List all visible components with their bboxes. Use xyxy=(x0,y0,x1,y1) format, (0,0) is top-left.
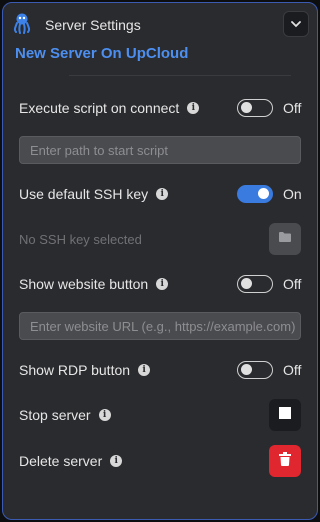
delete-server-row: Delete server i xyxy=(19,445,301,477)
default-ssh-toggle[interactable] xyxy=(237,185,273,203)
server-settings-panel: Server Settings New Server On UpCloud Ex… xyxy=(2,2,318,520)
info-icon[interactable]: i xyxy=(110,455,123,467)
info-icon[interactable]: i xyxy=(187,102,200,114)
rdp-button-state: Off xyxy=(283,362,302,378)
execute-script-toggle[interactable] xyxy=(237,99,273,117)
default-ssh-row: Use default SSH key i On xyxy=(19,182,302,206)
rdp-button-toggle-wrap: Off xyxy=(237,358,301,382)
info-icon[interactable]: i xyxy=(98,409,111,421)
website-button-row: Show website button i Off xyxy=(19,272,301,296)
script-path-input[interactable]: Enter path to start script xyxy=(19,136,301,164)
panel-header: Server Settings xyxy=(3,3,317,47)
toggle-knob xyxy=(241,278,252,289)
execute-script-label: Execute script on connect xyxy=(19,100,180,116)
stop-server-button[interactable] xyxy=(269,399,301,431)
folder-icon xyxy=(278,230,292,248)
toggle-knob xyxy=(258,188,269,199)
default-ssh-toggle-wrap: On xyxy=(237,182,302,206)
execute-script-state: Off xyxy=(283,100,302,116)
info-icon[interactable]: i xyxy=(156,278,169,290)
ssh-key-row: No SSH key selected xyxy=(19,223,301,255)
panel-title: Server Settings xyxy=(45,17,141,33)
website-button-label: Show website button xyxy=(19,276,149,292)
stop-server-row: Stop server i xyxy=(19,399,301,431)
collapse-button[interactable] xyxy=(283,11,309,37)
rdp-button-row: Show RDP button i Off xyxy=(19,358,301,382)
delete-server-label: Delete server xyxy=(19,453,103,469)
website-button-toggle-wrap: Off xyxy=(237,272,301,296)
info-icon[interactable]: i xyxy=(156,188,169,200)
stop-icon xyxy=(279,406,291,424)
website-url-input[interactable]: Enter website URL (e.g., https://example… xyxy=(19,312,301,340)
delete-server-button[interactable] xyxy=(269,445,301,477)
default-ssh-state: On xyxy=(283,186,302,202)
app-logo-icon xyxy=(11,12,33,34)
default-ssh-label: Use default SSH key xyxy=(19,186,149,202)
chevron-down-icon xyxy=(291,15,301,33)
stop-server-label: Stop server xyxy=(19,407,91,423)
rdp-button-label: Show RDP button xyxy=(19,362,131,378)
trash-icon xyxy=(279,451,291,471)
select-ssh-key-button[interactable] xyxy=(269,223,301,255)
website-button-toggle[interactable] xyxy=(237,275,273,293)
execute-script-toggle-wrap: Off xyxy=(237,96,301,120)
ssh-key-text: No SSH key selected xyxy=(19,231,142,247)
toggle-knob xyxy=(241,102,252,113)
execute-script-row: Execute script on connect i Off xyxy=(19,96,301,120)
toggle-knob xyxy=(241,364,252,375)
rdp-button-toggle[interactable] xyxy=(237,361,273,379)
website-button-state: Off xyxy=(283,276,302,292)
header-divider xyxy=(69,75,291,76)
info-icon[interactable]: i xyxy=(138,364,151,376)
server-name: New Server On UpCloud xyxy=(15,45,189,62)
